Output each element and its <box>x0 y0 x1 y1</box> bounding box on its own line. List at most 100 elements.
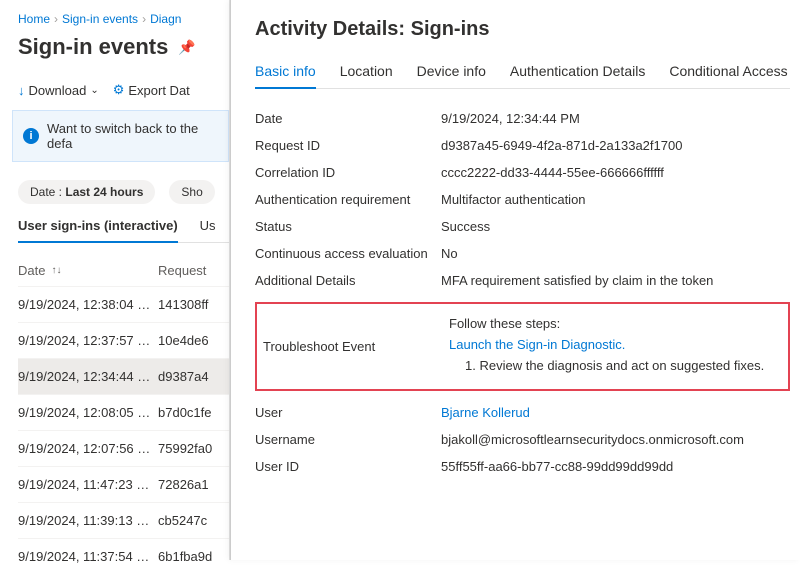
toolbar: ↓ Download ⌄ ⚙ Export Dat <box>18 82 229 98</box>
breadcrumb-home[interactable]: Home <box>18 12 50 26</box>
value-request-id: d9387a45-6949-4f2a-871d-2a133a2f1700 <box>441 138 790 153</box>
kv-status: Status Success <box>255 213 790 240</box>
label-request-id: Request ID <box>255 138 441 153</box>
table-row[interactable]: 9/19/2024, 11:47:23 …72826a1 <box>18 466 229 502</box>
kv-request-id: Request ID d9387a45-6949-4f2a-871d-2a133… <box>255 132 790 159</box>
value-correlation-id: cccc2222-dd33-4444-55ee-666666ffffff <box>441 165 790 180</box>
value-username: bjakoll@microsoftlearnsecuritydocs.onmic… <box>441 432 790 447</box>
settings-icon: ⚙ <box>113 82 125 98</box>
col-header-date-label: Date <box>18 263 45 278</box>
label-username: Username <box>255 432 441 447</box>
chevron-right-icon: › <box>142 12 146 26</box>
filter-row: Date : Last 24 hours Sho <box>18 180 229 204</box>
cell-request: b7d0c1fe <box>158 405 229 420</box>
cell-date: 9/19/2024, 12:07:56 … <box>18 441 158 456</box>
label-auth-req: Authentication requirement <box>255 192 441 207</box>
detail-tabs: Basic info Location Device info Authenti… <box>255 63 790 89</box>
value-status: Success <box>441 219 790 234</box>
sub-tabs: User sign-ins (interactive) Us <box>18 218 229 243</box>
cell-date: 9/19/2024, 12:37:57 … <box>18 333 158 348</box>
user-link[interactable]: Bjarne Kollerud <box>441 405 530 420</box>
chevron-down-icon: ⌄ <box>90 85 98 96</box>
col-header-date[interactable]: Date ↑↓ <box>18 263 158 278</box>
breadcrumb-diagn[interactable]: Diagn <box>150 12 181 26</box>
kv-cae: Continuous access evaluation No <box>255 240 790 267</box>
tab-location[interactable]: Location <box>340 63 393 88</box>
value-cae: No <box>441 246 790 261</box>
cell-request: d9387a4 <box>158 369 229 384</box>
tab-conditional-access[interactable]: Conditional Access <box>669 63 787 88</box>
chevron-right-icon: › <box>54 12 58 26</box>
cell-date: 9/19/2024, 12:08:05 … <box>18 405 158 420</box>
pin-icon[interactable]: 📌 <box>178 39 195 56</box>
breadcrumb: Home › Sign-in events › Diagn <box>18 12 229 26</box>
table-row[interactable]: 9/19/2024, 12:34:44 …d9387a4 <box>18 358 229 394</box>
cell-request: 10e4de6 <box>158 333 229 348</box>
breadcrumb-signin-events[interactable]: Sign-in events <box>62 12 138 26</box>
filter-date[interactable]: Date : Last 24 hours <box>18 180 155 204</box>
label-additional: Additional Details <box>255 273 441 288</box>
tab-other[interactable]: Us <box>200 218 216 242</box>
filter-show[interactable]: Sho <box>169 180 214 204</box>
download-icon: ↓ <box>18 83 25 98</box>
table-row[interactable]: 9/19/2024, 12:07:56 …75992fa0 <box>18 430 229 466</box>
cell-request: cb5247c <box>158 513 229 528</box>
cell-request: 72826a1 <box>158 477 229 492</box>
cell-request: 141308ff <box>158 297 229 312</box>
ts-step-1: Review the diagnosis and act on suggeste… <box>465 358 782 373</box>
table-row[interactable]: 9/19/2024, 11:39:13 …cb5247c <box>18 502 229 538</box>
value-date: 9/19/2024, 12:34:44 PM <box>441 111 790 126</box>
info-icon: i <box>23 128 39 144</box>
value-user: Bjarne Kollerud <box>441 405 790 420</box>
kv-correlation-id: Correlation ID cccc2222-dd33-4444-55ee-6… <box>255 159 790 186</box>
info-bar[interactable]: i Want to switch back to the defa <box>12 110 229 162</box>
tab-basic-info[interactable]: Basic info <box>255 63 316 89</box>
kv-user-id: User ID 55ff55ff-aa66-bb77-cc88-99dd99dd… <box>255 453 790 480</box>
export-data-button[interactable]: ⚙ Export Dat <box>113 82 190 98</box>
left-pane: Home › Sign-in events › Diagn Sign-in ev… <box>0 0 230 560</box>
ts-steps: Review the diagnosis and act on suggeste… <box>465 358 782 373</box>
tab-user-interactive[interactable]: User sign-ins (interactive) <box>18 218 178 243</box>
label-user-id: User ID <box>255 459 441 474</box>
kv-username: Username bjakoll@microsoftlearnsecurityd… <box>255 426 790 453</box>
cell-date: 9/19/2024, 11:47:23 … <box>18 477 158 492</box>
label-date: Date <box>255 111 441 126</box>
tab-auth-details[interactable]: Authentication Details <box>510 63 645 88</box>
launch-diagnostic-link[interactable]: Launch the Sign-in Diagnostic. <box>449 337 782 352</box>
info-bar-message: Want to switch back to the defa <box>47 121 218 151</box>
sort-icon: ↑↓ <box>51 265 61 276</box>
value-troubleshoot: Follow these steps: Launch the Sign-in D… <box>449 316 782 377</box>
details-pane: Activity Details: Sign-ins Basic info Lo… <box>230 0 800 560</box>
table-row[interactable]: 9/19/2024, 12:08:05 …b7d0c1fe <box>18 394 229 430</box>
value-user-id: 55ff55ff-aa66-bb77-cc88-99dd99dd99dd <box>441 459 790 474</box>
kv-date: Date 9/19/2024, 12:34:44 PM <box>255 105 790 132</box>
grid-header: Date ↑↓ Request <box>18 255 229 286</box>
table-row[interactable]: 9/19/2024, 12:38:04 …141308ff <box>18 286 229 322</box>
tab-device-info[interactable]: Device info <box>417 63 486 88</box>
cell-request: 6b1fba9d <box>158 549 229 564</box>
download-button[interactable]: ↓ Download ⌄ <box>18 83 99 98</box>
filter-date-value: Last 24 hours <box>65 185 143 199</box>
cell-date: 9/19/2024, 11:39:13 … <box>18 513 158 528</box>
filter-date-label: Date : <box>30 185 62 199</box>
grid-body: 9/19/2024, 12:38:04 …141308ff9/19/2024, … <box>18 286 229 574</box>
page-title-row: Sign-in events 📌 <box>18 34 229 60</box>
label-correlation-id: Correlation ID <box>255 165 441 180</box>
download-label: Download <box>29 83 87 98</box>
cell-date: 9/19/2024, 12:34:44 … <box>18 369 158 384</box>
page-title: Sign-in events <box>18 34 168 60</box>
label-cae: Continuous access evaluation <box>255 246 441 261</box>
kv-additional-details: Additional Details MFA requirement satis… <box>255 267 790 294</box>
label-user: User <box>255 405 441 420</box>
troubleshoot-box: Troubleshoot Event Follow these steps: L… <box>255 302 790 391</box>
col-header-request[interactable]: Request <box>158 263 229 278</box>
export-label: Export Dat <box>128 83 189 98</box>
label-troubleshoot: Troubleshoot Event <box>263 339 449 354</box>
value-additional: MFA requirement satisfied by claim in th… <box>441 273 790 288</box>
table-row[interactable]: 9/19/2024, 11:37:54 …6b1fba9d <box>18 538 229 574</box>
table-row[interactable]: 9/19/2024, 12:37:57 …10e4de6 <box>18 322 229 358</box>
value-auth-req: Multifactor authentication <box>441 192 790 207</box>
cell-date: 9/19/2024, 11:37:54 … <box>18 549 158 564</box>
ts-follow: Follow these steps: <box>449 316 782 331</box>
cell-date: 9/19/2024, 12:38:04 … <box>18 297 158 312</box>
